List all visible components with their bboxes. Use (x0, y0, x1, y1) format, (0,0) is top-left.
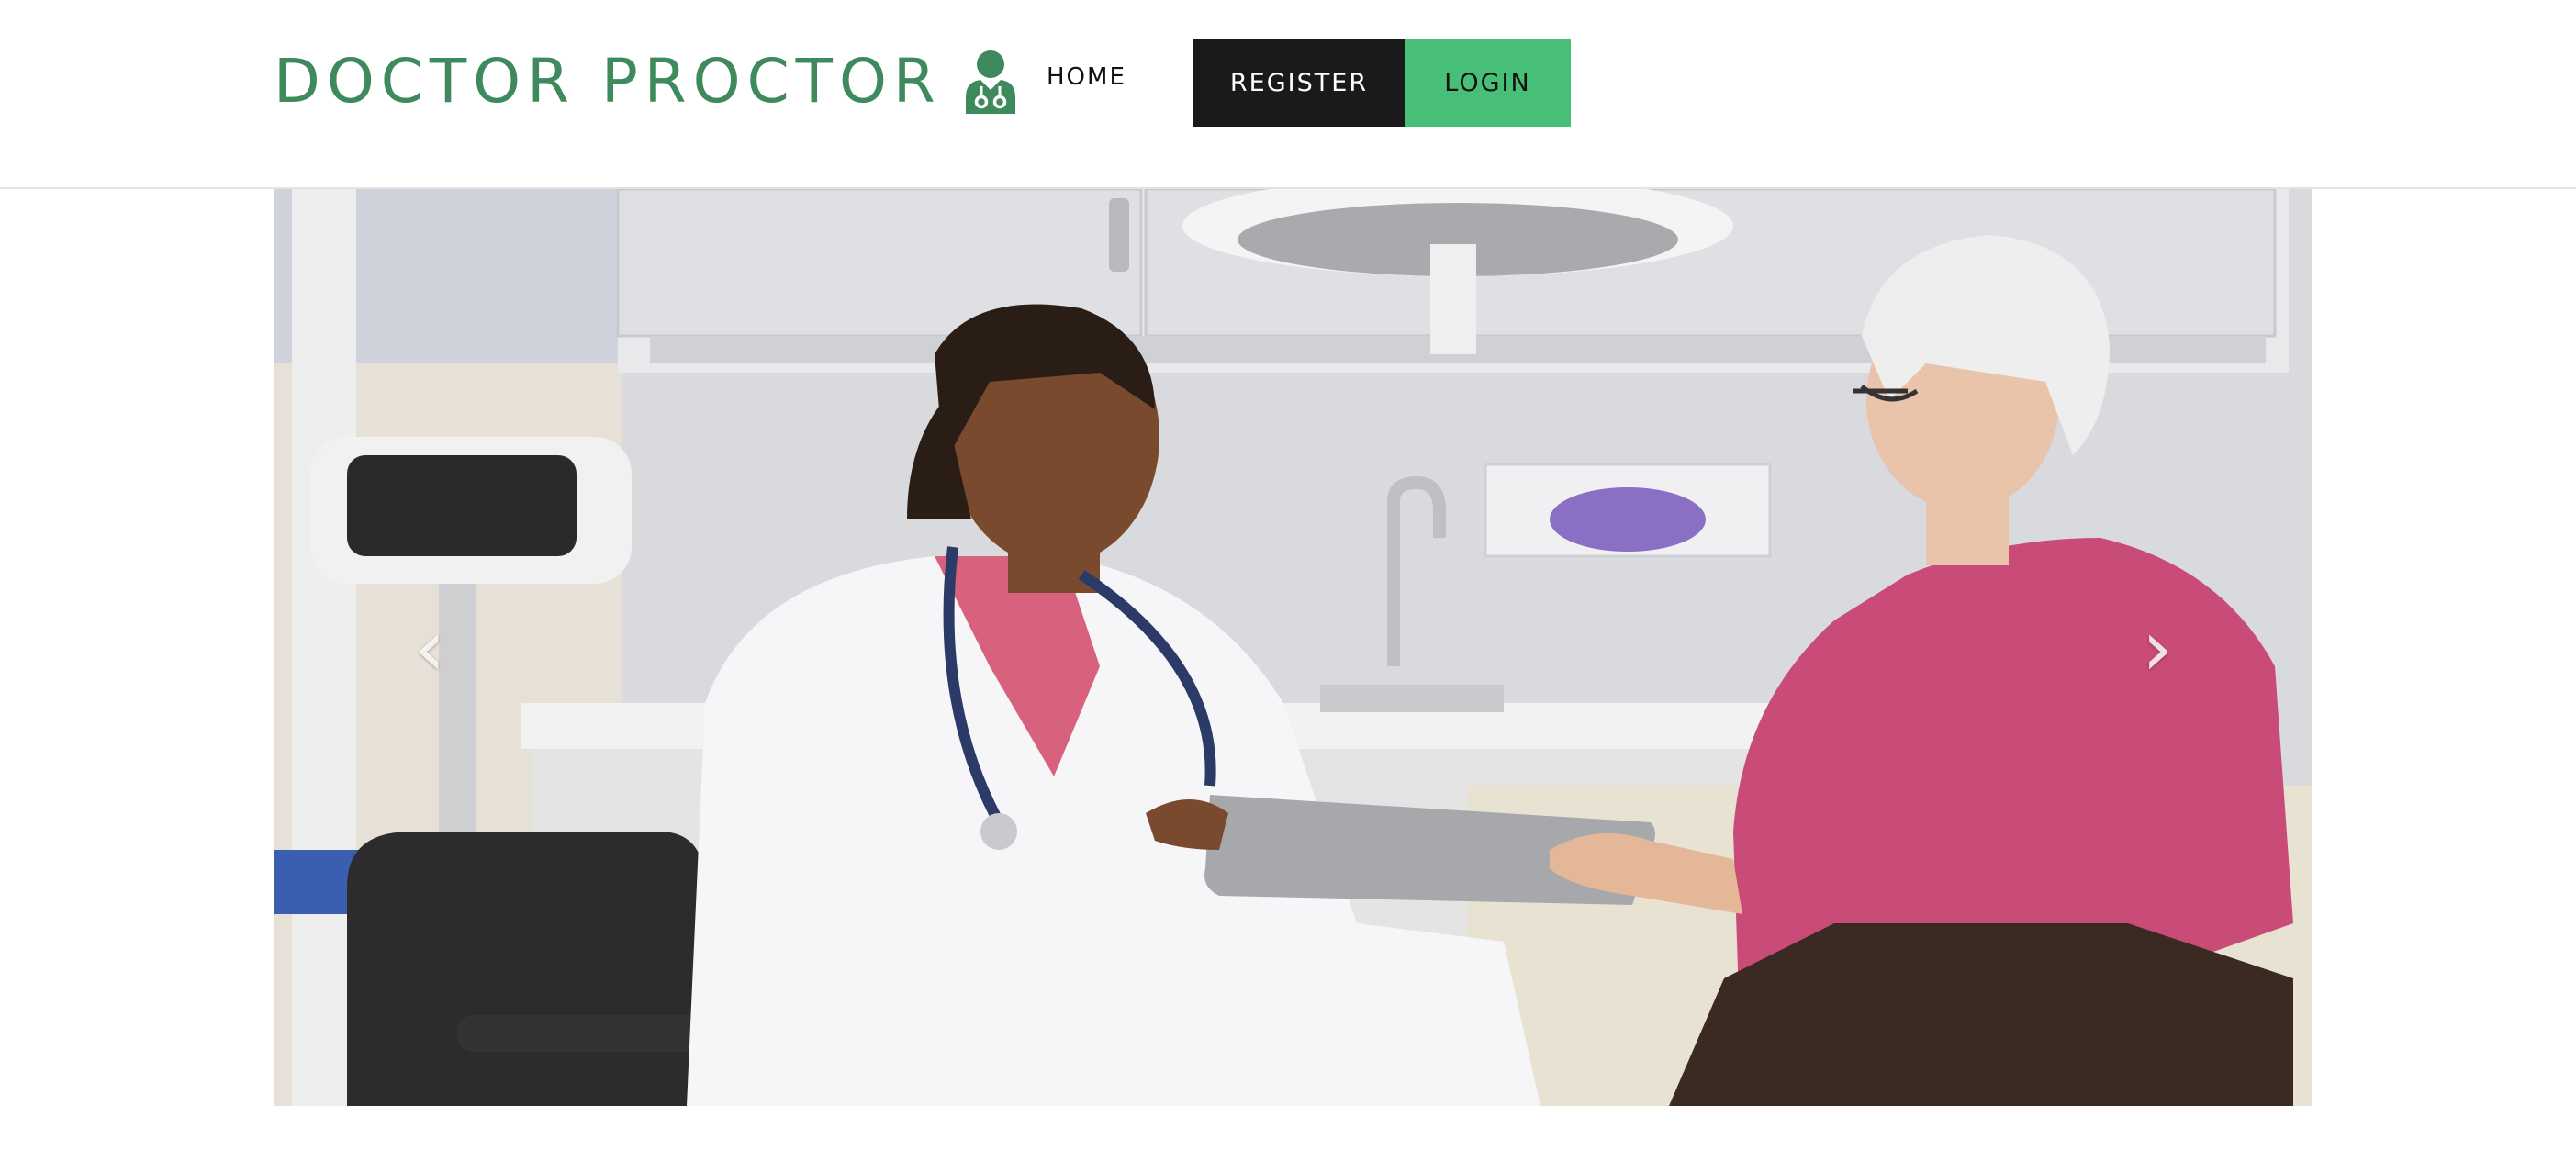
carousel-prev-chevron-left-icon[interactable]: ‹ (393, 593, 466, 703)
doctor-icon (962, 50, 1019, 114)
site-header: DOCTOR PROCTOR HOME REGISTER LOGIN (0, 0, 2576, 189)
carousel-next-chevron-right-icon[interactable]: › (2121, 593, 2194, 703)
hero-slide-image (274, 189, 2312, 1106)
nav-home-link[interactable]: HOME (1047, 61, 1126, 94)
login-button[interactable]: LOGIN (1405, 39, 1571, 127)
register-button[interactable]: REGISTER (1193, 39, 1405, 127)
hero-carousel: ‹ › (274, 189, 2312, 1106)
page: DOCTOR PROCTOR HOME REGISTER LOGIN ‹ › (0, 0, 2576, 1150)
brand-logo-link[interactable]: DOCTOR PROCTOR (274, 40, 1019, 123)
brand-name: DOCTOR PROCTOR (274, 46, 942, 117)
